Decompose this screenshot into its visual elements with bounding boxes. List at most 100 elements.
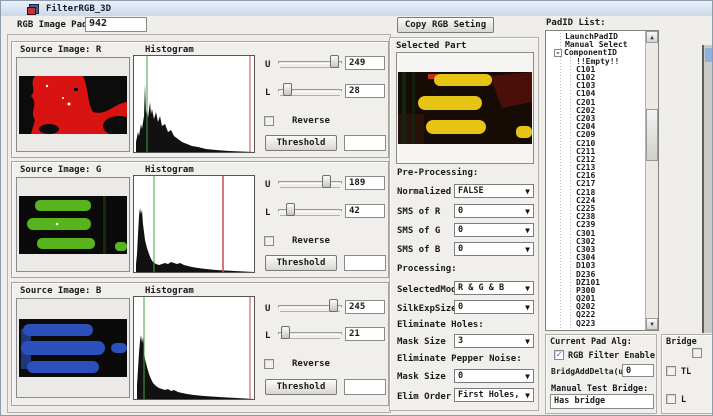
tree-item-c303[interactable]: C303 xyxy=(546,246,645,254)
sms-of-b-combo[interactable]: 0▼ xyxy=(454,242,534,256)
mask-size2-combo[interactable]: 0▼ xyxy=(454,369,534,383)
scroll-down-icon[interactable]: ▼ xyxy=(646,318,658,330)
threshold-button[interactable]: Threshold xyxy=(265,255,337,271)
dropdown-arrow-icon[interactable]: ▼ xyxy=(522,245,533,254)
dropdown-arrow-icon[interactable]: ▼ xyxy=(522,372,533,381)
tree-item-c302[interactable]: C302 xyxy=(546,238,645,246)
normalized-combo[interactable]: FALSE▼ xyxy=(454,184,534,198)
cutoff-selection-highlight xyxy=(705,48,713,62)
elim-order-combo[interactable]: First Holes,▼ xyxy=(454,388,534,402)
reverse-checkbox[interactable] xyxy=(264,359,274,369)
tree-item-d103[interactable]: D103 xyxy=(546,262,645,270)
tree-item-c217[interactable]: C217 xyxy=(546,180,645,188)
dropdown-arrow-icon[interactable]: ▼ xyxy=(522,187,533,196)
bridge-checkbox[interactable] xyxy=(692,348,702,358)
u-value-field[interactable]: 189 xyxy=(345,176,385,190)
tl-checkbox[interactable] xyxy=(666,366,676,376)
tree-item-label[interactable]: Q223 xyxy=(576,320,595,328)
tree-scrollbar[interactable]: ▲ ▼ xyxy=(645,31,658,330)
tree-item-c304[interactable]: C304 xyxy=(546,254,645,262)
dropdown-arrow-icon[interactable]: ▼ xyxy=(522,303,533,312)
reverse-label: Reverse xyxy=(292,359,330,369)
tree-item-c211[interactable]: C211 xyxy=(546,148,645,156)
u-label: U xyxy=(265,304,270,314)
silkexpsize-combo[interactable]: 0▼ xyxy=(454,300,534,314)
padid-tree[interactable]: LaunchPadIDManual Select-ComponentID!!Em… xyxy=(545,30,659,331)
tree-item-c101[interactable]: C101 xyxy=(546,66,645,74)
sms-of-g-label: SMS of G xyxy=(397,226,440,236)
u-slider-g[interactable] xyxy=(278,175,342,192)
slider-thumb[interactable] xyxy=(329,299,338,312)
tree-item-c102[interactable]: C102 xyxy=(546,74,645,82)
rgb-filter-enable-checkbox[interactable]: ✓ xyxy=(554,350,564,360)
tree-item-c203[interactable]: C203 xyxy=(546,115,645,123)
threshold-button[interactable]: Threshold xyxy=(265,135,337,151)
tree-item-c204[interactable]: C204 xyxy=(546,123,645,131)
l-checkbox[interactable] xyxy=(666,394,676,404)
tree-item-c202[interactable]: C202 xyxy=(546,107,645,115)
l-slider-r[interactable] xyxy=(278,83,342,100)
silkexpsize-label: SilkExpSize xyxy=(397,304,457,314)
copy-rgb-setting-button[interactable]: Copy RGB Seting xyxy=(397,17,494,33)
l-value-field[interactable]: 21 xyxy=(345,327,385,341)
reverse-checkbox[interactable] xyxy=(264,236,274,246)
tree-item-c216[interactable]: C216 xyxy=(546,172,645,180)
dropdown-arrow-icon[interactable]: ▼ xyxy=(522,284,533,293)
dropdown-arrow-icon[interactable]: ▼ xyxy=(522,207,533,216)
tree-item-c239[interactable]: C239 xyxy=(546,221,645,229)
tree-item-c212[interactable]: C212 xyxy=(546,156,645,164)
tree-item-c225[interactable]: C225 xyxy=(546,205,645,213)
tree-item-c301[interactable]: C301 xyxy=(546,230,645,238)
scroll-up-icon[interactable]: ▲ xyxy=(646,31,658,43)
tree-item-c238[interactable]: C238 xyxy=(546,213,645,221)
tree-item-c210[interactable]: C210 xyxy=(546,139,645,147)
l-value-field[interactable]: 42 xyxy=(345,204,385,218)
u-value-field[interactable]: 249 xyxy=(345,56,385,70)
u-slider-b[interactable] xyxy=(278,299,342,316)
tree-item-q202[interactable]: Q202 xyxy=(546,303,645,311)
tree-item-dz101[interactable]: DZ101 xyxy=(546,279,645,287)
dropdown-arrow-icon[interactable]: ▼ xyxy=(522,226,533,235)
collapse-icon[interactable]: - xyxy=(554,49,562,57)
selectedmode-combo[interactable]: R & G & B▼ xyxy=(454,281,534,295)
tree-item-c104[interactable]: C104 xyxy=(546,90,645,98)
tree-item-q222[interactable]: Q222 xyxy=(546,311,645,319)
sms-of-r-combo[interactable]: 0▼ xyxy=(454,204,534,218)
tree-item-c201[interactable]: C201 xyxy=(546,99,645,107)
u-value-field[interactable]: 245 xyxy=(345,300,385,314)
slider-thumb[interactable] xyxy=(281,326,290,339)
l-slider-g[interactable] xyxy=(278,203,342,220)
manual-test-bridge-field[interactable]: Has bridge xyxy=(550,394,654,409)
tree-item-c209[interactable]: C209 xyxy=(546,131,645,139)
tree-item-q223[interactable]: Q223 xyxy=(546,320,645,328)
title-bar[interactable]: FilterRGB_3D xyxy=(1,1,713,16)
bridge-add-delta-field[interactable]: 0 xyxy=(622,364,654,377)
tree-item--empty-[interactable]: !!Empty!! xyxy=(546,58,645,66)
tree-item-c224[interactable]: C224 xyxy=(546,197,645,205)
slider-thumb[interactable] xyxy=(330,55,339,68)
tree-item-p300[interactable]: P300 xyxy=(546,287,645,295)
tree-item-c218[interactable]: C218 xyxy=(546,189,645,197)
source-image-b xyxy=(16,298,130,398)
tree-item-c213[interactable]: C213 xyxy=(546,164,645,172)
threshold-button[interactable]: Threshold xyxy=(265,379,337,395)
l-slider-b[interactable] xyxy=(278,326,342,343)
u-label: U xyxy=(265,60,270,70)
padid-value-field[interactable]: 942 xyxy=(85,17,147,32)
scrollbar-thumb[interactable] xyxy=(646,109,658,161)
l-value-field[interactable]: 28 xyxy=(345,84,385,98)
slider-thumb[interactable] xyxy=(322,175,331,188)
reverse-checkbox[interactable] xyxy=(264,116,274,126)
slider-thumb[interactable] xyxy=(286,203,295,216)
tree-item-q201[interactable]: Q201 xyxy=(546,295,645,303)
sms-of-b-label: SMS of B xyxy=(397,245,440,255)
sms-of-g-combo[interactable]: 0▼ xyxy=(454,223,534,237)
u-slider-r[interactable] xyxy=(278,55,342,72)
source-image-g xyxy=(16,177,130,272)
dropdown-arrow-icon[interactable]: ▼ xyxy=(522,391,533,400)
dropdown-arrow-icon[interactable]: ▼ xyxy=(522,337,533,346)
tree-item-c103[interactable]: C103 xyxy=(546,82,645,90)
mask-size-combo[interactable]: 3▼ xyxy=(454,334,534,348)
slider-thumb[interactable] xyxy=(283,83,292,96)
histogram-b xyxy=(133,296,255,400)
